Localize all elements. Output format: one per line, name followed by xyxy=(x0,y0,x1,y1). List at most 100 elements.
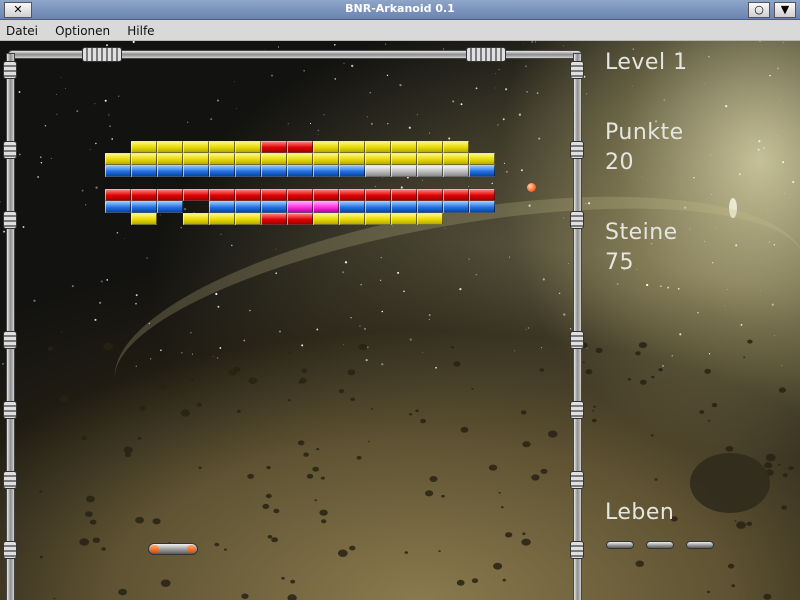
brick xyxy=(417,213,443,225)
brick xyxy=(391,189,417,201)
brick xyxy=(339,141,365,153)
brick xyxy=(105,165,131,177)
brick xyxy=(261,165,287,177)
brick xyxy=(443,201,469,213)
brick xyxy=(313,153,339,165)
frame-knob xyxy=(570,471,584,489)
brick xyxy=(391,141,417,153)
brick xyxy=(365,213,391,225)
level-label: Level 1 xyxy=(605,50,688,75)
stones-label: Steine xyxy=(605,220,678,245)
frame-knob xyxy=(570,61,584,79)
frame-right-rail xyxy=(573,53,582,600)
frame-connector xyxy=(82,47,122,62)
frame-knob xyxy=(570,541,584,559)
brick xyxy=(313,165,339,177)
brick xyxy=(235,201,261,213)
brick xyxy=(339,213,365,225)
points-value: 20 xyxy=(605,150,634,175)
frame-knob xyxy=(570,211,584,229)
brick xyxy=(417,141,443,153)
frame-knob xyxy=(570,141,584,159)
frame-knob xyxy=(3,541,17,559)
brick xyxy=(183,165,209,177)
brick xyxy=(287,189,313,201)
brick xyxy=(209,189,235,201)
stones-value: 75 xyxy=(605,250,634,275)
brick xyxy=(235,141,261,153)
brick xyxy=(209,153,235,165)
menu-datei[interactable]: Datei xyxy=(0,21,44,38)
brick xyxy=(469,189,495,201)
brick xyxy=(261,189,287,201)
brick xyxy=(313,201,339,213)
brick xyxy=(339,153,365,165)
brick xyxy=(417,165,443,177)
life-paddle-icon xyxy=(646,541,674,549)
maximize-button[interactable]: ○ xyxy=(748,2,770,18)
brick xyxy=(313,213,339,225)
brick xyxy=(287,165,313,177)
brick xyxy=(443,141,469,153)
frame-knob xyxy=(3,471,17,489)
frame-left-rail xyxy=(6,53,15,600)
frame-knob xyxy=(3,331,17,349)
brick xyxy=(235,165,261,177)
menu-bar: Datei Optionen Hilfe xyxy=(0,20,800,41)
brick xyxy=(287,201,313,213)
paddle[interactable] xyxy=(148,543,198,555)
brick xyxy=(209,141,235,153)
brick xyxy=(443,165,469,177)
brick xyxy=(131,141,157,153)
brick xyxy=(209,201,235,213)
brick xyxy=(417,201,443,213)
brick xyxy=(157,153,183,165)
window-title: BNR-Arkanoid 0.1 xyxy=(345,2,455,15)
brick xyxy=(313,141,339,153)
brick xyxy=(339,165,365,177)
brick xyxy=(209,213,235,225)
brick xyxy=(391,201,417,213)
brick xyxy=(105,153,131,165)
brick xyxy=(417,153,443,165)
life-paddle-icon xyxy=(686,541,714,549)
brick xyxy=(287,153,313,165)
menu-hilfe[interactable]: Hilfe xyxy=(121,21,160,38)
brick xyxy=(261,141,287,153)
game-canvas[interactable]: Level 1 Punkte 20 Steine 75 Leben xyxy=(0,41,800,600)
lives-label: Leben xyxy=(605,500,675,525)
brick xyxy=(105,201,131,213)
brick xyxy=(209,165,235,177)
brick xyxy=(417,189,443,201)
brick xyxy=(391,213,417,225)
brick xyxy=(469,165,495,177)
title-bar[interactable]: ✕ BNR-Arkanoid 0.1 ○ ▼ xyxy=(0,0,800,20)
frame-knob xyxy=(570,331,584,349)
brick xyxy=(365,165,391,177)
brick xyxy=(235,213,261,225)
brick xyxy=(365,189,391,201)
brick xyxy=(157,165,183,177)
brick xyxy=(365,141,391,153)
points-label: Punkte xyxy=(605,120,684,145)
brick xyxy=(157,201,183,213)
brick xyxy=(391,153,417,165)
brick xyxy=(261,213,287,225)
paddle-left-cap xyxy=(150,545,159,553)
brick xyxy=(157,141,183,153)
paddle-right-cap xyxy=(187,545,196,553)
menu-optionen[interactable]: Optionen xyxy=(49,21,116,38)
brick xyxy=(131,189,157,201)
brick xyxy=(365,153,391,165)
frame-knob xyxy=(3,211,17,229)
ball xyxy=(527,183,536,192)
brick xyxy=(235,153,261,165)
brick xyxy=(287,213,313,225)
brick xyxy=(443,153,469,165)
brick xyxy=(339,201,365,213)
brick xyxy=(131,213,157,225)
brick xyxy=(469,153,495,165)
brick xyxy=(469,201,495,213)
brick xyxy=(131,153,157,165)
window-menu-button[interactable]: ▼ xyxy=(774,2,796,18)
